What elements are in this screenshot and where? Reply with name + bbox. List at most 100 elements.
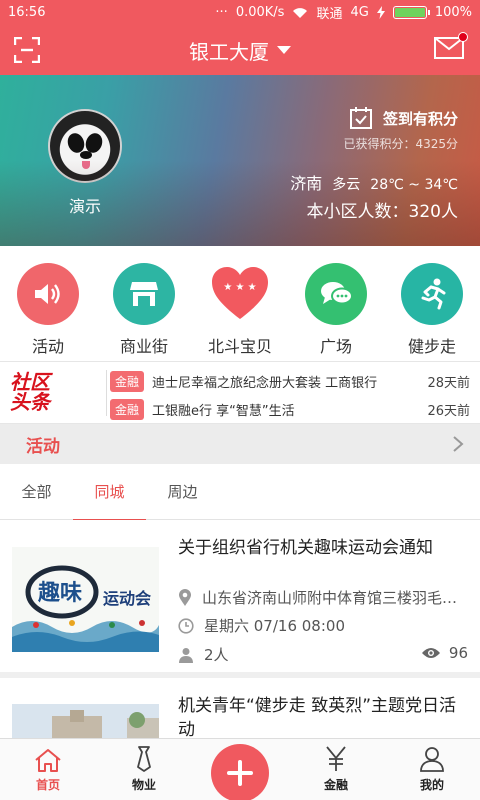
event-title: 关于组织省行机关趣味运动会通知	[178, 538, 433, 558]
status-bar: 16:56 ··· 0.00K/s 联通 4G 100%	[0, 0, 480, 25]
person-icon	[179, 647, 193, 663]
location-pin-icon	[179, 588, 191, 606]
feature-icon-bg: ★ ★ ★	[209, 263, 271, 325]
headline-time: 28天前	[427, 375, 470, 391]
event-participants: 2人	[178, 644, 229, 665]
headline-item[interactable]: 金融 工银融e行 享“智慧”生活 26天前	[110, 398, 470, 420]
feature-baby[interactable]: ★ ★ ★ 北斗宝贝	[192, 246, 288, 361]
speaker-icon	[35, 284, 60, 304]
wifi-icon	[293, 7, 308, 18]
event-thumbnail-image: 趣味 运动会	[12, 547, 159, 652]
activity-section-header[interactable]: 活动	[0, 424, 480, 464]
headline-text: 工银融e行 享“智慧”生活	[152, 403, 295, 419]
feature-label: 商业街	[119, 337, 168, 356]
carrier-name: 联通	[316, 7, 343, 22]
event-card[interactable]: 机关青年“健步走 致英烈”主题党日活动	[0, 678, 480, 738]
weather-info: 济南 多云 28℃ ~ 34℃	[290, 170, 458, 194]
event-time-text: 星期六 07/16 08:00	[204, 617, 345, 635]
scan-icon[interactable]	[14, 37, 40, 63]
event-list: 趣味 运动会 关于组织省行机关趣味运动会通知 山东省济南山师附中体育馆三楼羽毛球…	[0, 520, 480, 738]
feature-walk[interactable]: 健步走	[384, 246, 480, 361]
activity-tabs: 全部 同城 周边	[0, 464, 480, 521]
avatar-nose	[80, 151, 92, 159]
event-people-text: 2人	[204, 646, 229, 664]
nav-profile[interactable]: 我的	[384, 739, 480, 800]
nav-label: 我的	[419, 778, 444, 792]
tab-all[interactable]: 全部	[0, 464, 73, 520]
charging-icon	[376, 6, 385, 19]
page-title: 银工大厦	[189, 39, 269, 64]
feature-label: 广场	[319, 337, 352, 356]
checkin-label: 签到有积分	[382, 109, 458, 128]
feature-label: 北斗宝贝	[207, 337, 272, 356]
eye-icon	[421, 648, 440, 658]
feature-square[interactable]: 广场	[288, 246, 384, 361]
add-button[interactable]	[211, 744, 269, 800]
battery-icon	[392, 6, 430, 19]
weather-city: 济南	[290, 174, 323, 193]
calendar-check-icon	[349, 107, 372, 129]
battery-fill	[394, 8, 425, 17]
event-views-count: 96	[448, 644, 468, 662]
feature-icon-bg	[17, 263, 79, 325]
nav-property[interactable]: 物业	[96, 739, 192, 800]
tie-icon	[137, 746, 151, 772]
feature-label: 健步走	[407, 337, 456, 356]
thumbnail-title-b: 运动会	[103, 589, 151, 608]
chevron-right-icon	[453, 436, 464, 452]
points-text: 已获得积分：4325分	[343, 137, 458, 151]
unread-badge	[458, 32, 468, 42]
residents-count: 本小区人数：320人	[306, 202, 458, 222]
user-name: 演示	[68, 197, 101, 216]
headline-item[interactable]: 金融 迪士尼幸福之旅纪念册大套装 工商银行 28天前	[110, 370, 470, 392]
clock-icon	[178, 617, 194, 634]
nav-home[interactable]: 首页	[0, 739, 96, 800]
status-time: 16:56	[8, 5, 46, 20]
thumbnail-title-a: 趣味	[37, 580, 82, 606]
feature-grid: 活动 商业街 ★ ★ ★ 北斗宝贝 广场 健步走	[0, 246, 480, 362]
section-title: 活动	[26, 436, 60, 457]
feature-icon-bg	[305, 263, 367, 325]
weather-temperature: 28℃ ~ 34℃	[370, 177, 458, 193]
chevron-down-icon	[277, 46, 291, 54]
feature-shop[interactable]: 商业街	[96, 246, 192, 361]
profile-banner: 演示 签到有积分 已获得积分：4325分 济南 多云 28℃ ~ 34℃ 本小区…	[0, 75, 480, 246]
category-tag: 金融	[110, 398, 145, 420]
network-type: 4G	[350, 5, 369, 20]
nav-label: 首页	[35, 778, 60, 792]
messages-button[interactable]	[434, 32, 468, 59]
svg-text:★ ★ ★: ★ ★ ★	[223, 282, 256, 293]
logo-line-1: 社区	[10, 370, 50, 394]
battery-percent: 100%	[434, 5, 472, 20]
event-thumbnail	[12, 704, 159, 738]
plus-icon	[227, 760, 253, 786]
avatar[interactable]	[48, 109, 122, 183]
notification-dots: ···	[215, 5, 228, 20]
headline-time: 26天前	[427, 403, 470, 419]
community-headlines: 社区 头条 金融 迪士尼幸福之旅纪念册大套装 工商银行 28天前 金融 工银融e…	[0, 362, 480, 424]
tab-same-city[interactable]: 同城	[73, 464, 146, 521]
tab-nearby[interactable]: 周边	[146, 464, 219, 520]
headlines-logo: 社区 头条	[10, 372, 96, 414]
shop-icon	[130, 282, 158, 306]
event-thumbnail-image	[12, 704, 159, 738]
feature-label: 活动	[31, 337, 64, 356]
runner-icon	[421, 278, 446, 310]
bottom-navigation: 首页 物业 金融 我的	[0, 738, 480, 800]
feature-activity[interactable]: 活动	[0, 246, 96, 361]
nav-add	[192, 739, 288, 800]
feature-icon-bg	[401, 263, 463, 325]
location-selector[interactable]: 银工大厦	[189, 36, 291, 65]
event-thumbnail: 趣味 运动会	[12, 547, 159, 652]
network-speed: 0.00K/s	[235, 5, 285, 20]
checkin-button[interactable]: 签到有积分	[349, 106, 458, 130]
nav-finance[interactable]: 金融	[288, 739, 384, 800]
feature-icon-bg	[113, 263, 175, 325]
event-views: 96	[421, 644, 468, 662]
category-tag: 金融	[110, 370, 145, 392]
nav-label: 金融	[323, 778, 348, 792]
headline-text: 迪士尼幸福之旅纪念册大套装 工商银行	[152, 375, 378, 391]
status-indicators: ··· 0.00K/s 联通 4G 100%	[215, 3, 472, 22]
event-card[interactable]: 趣味 运动会 关于组织省行机关趣味运动会通知 山东省济南山师附中体育馆三楼羽毛球…	[0, 520, 480, 678]
app-screen: 16:56 ··· 0.00K/s 联通 4G 100% 银工大厦 演示 签到有…	[0, 0, 480, 800]
